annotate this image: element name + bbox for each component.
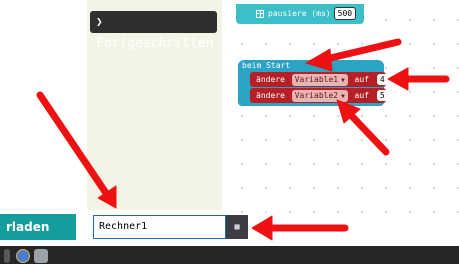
arrow-to-name-input: [36, 91, 112, 200]
annotation-arrows: [36, 38, 450, 241]
arrow-to-variable2: [344, 108, 390, 156]
arrow-to-on-start: [318, 38, 402, 64]
arrow-to-variable1-head: [387, 67, 409, 91]
arrow-to-save-button-head: [251, 215, 273, 241]
arrow-to-on-start-head: [305, 48, 333, 72]
